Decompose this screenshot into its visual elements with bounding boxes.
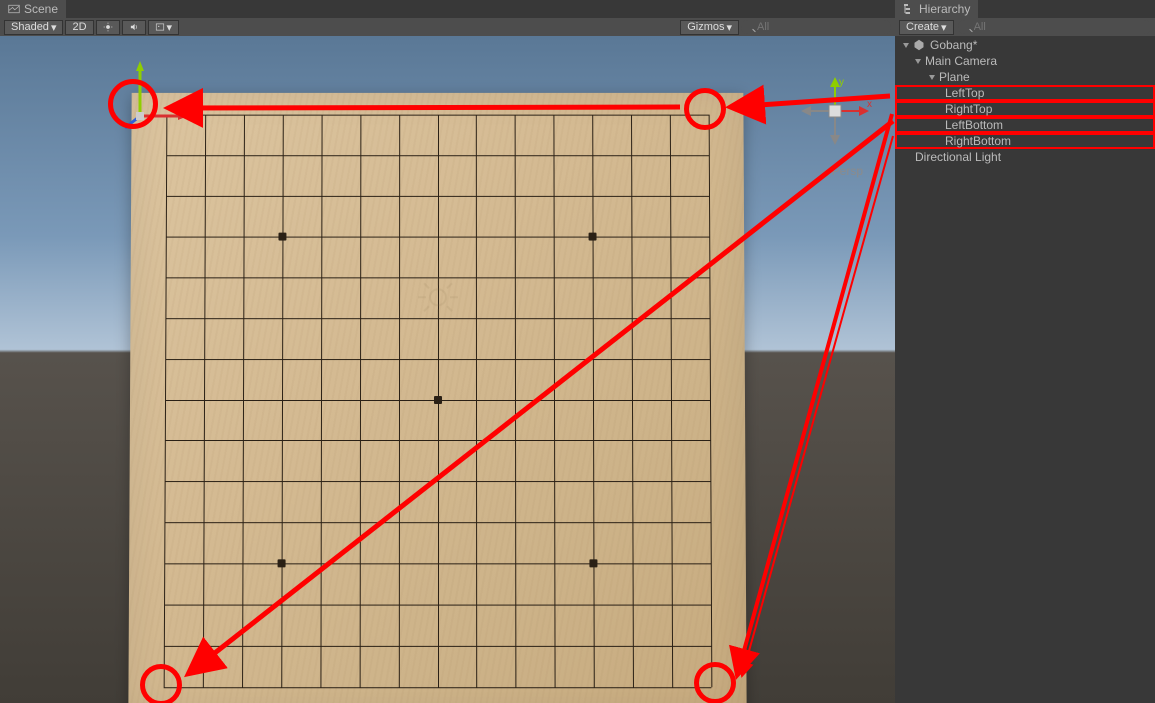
image-icon (155, 22, 165, 32)
hierarchy-item-rightbottom[interactable]: RightBottom (895, 133, 1155, 149)
hierarchy-item-label: LeftTop (945, 86, 984, 100)
dropdown-icon: ▾ (167, 21, 173, 34)
scene-toolbar: Shaded ▾ 2D ▾ Gizmos ▾ (0, 18, 895, 36)
hierarchy-item-label: RightTop (945, 102, 992, 116)
hierarchy-item-label: Directional Light (915, 150, 1001, 164)
unity-logo-icon (913, 39, 925, 51)
create-label: Create (906, 21, 939, 33)
expand-arrow-icon (915, 59, 921, 64)
2d-toggle[interactable]: 2D (65, 20, 93, 35)
scene-tab-bar: Scene (0, 0, 895, 18)
scene-panel: Scene Shaded ▾ 2D ▾ Gizmos ▾ (0, 0, 895, 703)
scene-icon (8, 3, 20, 15)
hierarchy-search-wrap (958, 20, 1151, 34)
annotation-circle (140, 664, 182, 703)
hierarchy-item-directional-light[interactable]: Directional Light (895, 149, 1155, 165)
scene-tab-label: Scene (24, 2, 58, 16)
svg-text:y: y (839, 77, 844, 88)
hierarchy-item-label: Main Camera (925, 54, 997, 68)
scene-tab[interactable]: Scene (0, 0, 66, 18)
annotation-circle (694, 662, 736, 703)
hierarchy-item-righttop[interactable]: RightTop (895, 101, 1155, 117)
dropdown-icon: ▾ (941, 21, 947, 34)
board-grid (164, 115, 712, 688)
hierarchy-item-label: LeftBottom (945, 118, 1003, 132)
hierarchy-item-main-camera[interactable]: Main Camera (895, 53, 1155, 69)
hierarchy-search-input[interactable] (958, 20, 1151, 34)
fx-dropdown[interactable]: ▾ (148, 20, 180, 35)
create-dropdown[interactable]: Create ▾ (899, 20, 954, 35)
dropdown-icon: ▾ (51, 21, 57, 34)
lighting-toggle[interactable] (96, 20, 120, 35)
hierarchy-item-plane[interactable]: Plane (895, 69, 1155, 85)
hierarchy-tab-bar: Hierarchy (895, 0, 1155, 18)
svg-text:x: x (867, 99, 872, 110)
hierarchy-item-label: Plane (939, 70, 970, 84)
gizmos-label: Gizmos (687, 21, 724, 33)
sun-icon (103, 22, 113, 32)
hierarchy-item-label: RightBottom (945, 134, 1011, 148)
expand-arrow-icon (903, 43, 909, 48)
light-gizmo-icon (413, 273, 463, 323)
hierarchy-item-lefttop[interactable]: LeftTop (895, 85, 1155, 101)
shaded-label: Shaded (11, 21, 49, 33)
orientation-gizmo[interactable]: y x (795, 71, 875, 151)
scene-search-input[interactable] (741, 20, 891, 34)
scene-node[interactable]: Gobang* (895, 37, 1155, 53)
scene-viewport[interactable]: y x ◁ Persp (0, 36, 895, 703)
hierarchy-toolbar: Create ▾ (895, 18, 1155, 36)
hierarchy-tree: Gobang* Main Camera Plane LeftTop RightT… (895, 36, 1155, 703)
hierarchy-tab[interactable]: Hierarchy (895, 0, 978, 18)
hierarchy-item-leftbottom[interactable]: LeftBottom (895, 117, 1155, 133)
scene-search-wrap (741, 20, 891, 34)
audio-icon (129, 22, 139, 32)
scene-name-label: Gobang* (930, 38, 977, 52)
annotation-circle (684, 88, 726, 130)
go-board (128, 93, 746, 703)
hierarchy-icon (903, 3, 915, 15)
annotation-circle (108, 79, 158, 129)
shaded-dropdown[interactable]: Shaded ▾ (4, 20, 63, 35)
gizmos-dropdown[interactable]: Gizmos ▾ (680, 20, 739, 35)
hierarchy-tab-label: Hierarchy (919, 2, 970, 16)
audio-toggle[interactable] (122, 20, 146, 35)
expand-arrow-icon (929, 75, 935, 80)
dropdown-icon: ▾ (726, 21, 732, 34)
hierarchy-panel: Hierarchy Create ▾ Gobang* Main Camera P… (895, 0, 1155, 703)
persp-label[interactable]: ◁ Persp (821, 164, 863, 178)
